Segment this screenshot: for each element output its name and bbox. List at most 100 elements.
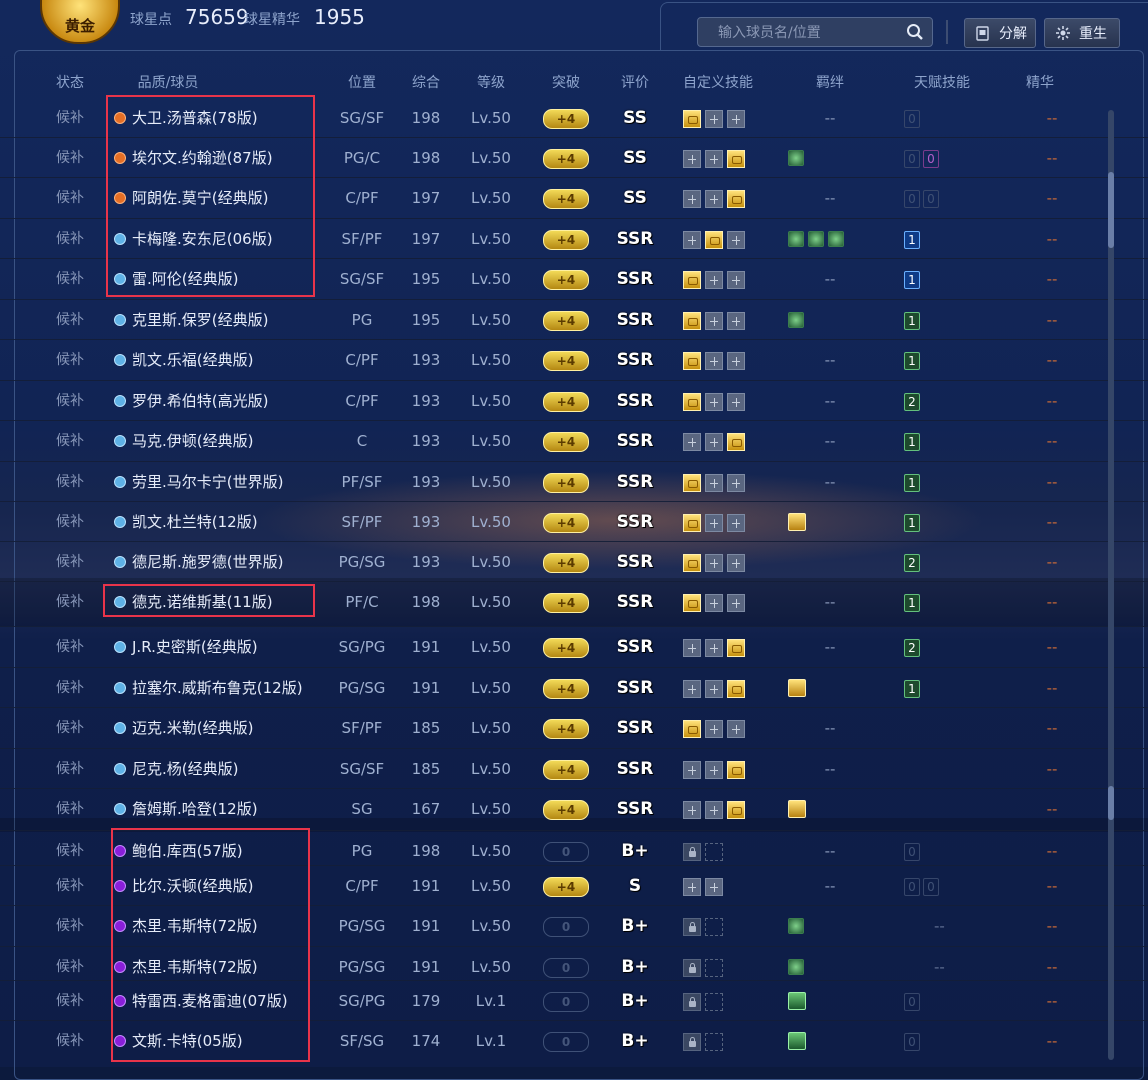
bond-icon[interactable] bbox=[788, 312, 804, 328]
lock-icon[interactable] bbox=[683, 1032, 701, 1051]
add-skill-icon[interactable] bbox=[683, 679, 701, 698]
add-skill-icon[interactable] bbox=[705, 109, 723, 128]
talent-badge[interactable]: 1 bbox=[904, 351, 920, 370]
skill-slot-icon[interactable] bbox=[683, 473, 701, 492]
empty-slot-icon[interactable] bbox=[705, 842, 723, 861]
col-status[interactable]: 状态 bbox=[44, 72, 96, 92]
skill-slot-icon[interactable] bbox=[683, 351, 701, 370]
talent-badge[interactable]: 1 bbox=[904, 311, 920, 330]
add-skill-icon[interactable] bbox=[705, 719, 723, 738]
skill-slot-icon[interactable] bbox=[683, 513, 701, 532]
talent-badge[interactable]: 1 bbox=[904, 270, 920, 289]
talent-badge[interactable]: 1 bbox=[904, 230, 920, 249]
add-skill-icon[interactable] bbox=[727, 392, 745, 411]
player-row[interactable]: 候补 劳里.马尔卡宁(世界版) PF/SF 193 Lv.50 +4 SSR -- 1 -- bbox=[0, 462, 1110, 502]
empty-slot-icon[interactable] bbox=[705, 917, 723, 936]
player-row[interactable]: 候补 罗伊.希伯特(高光版) C/PF 193 Lv.50 +4 SSR -- 2 -- bbox=[0, 381, 1110, 421]
col-bonds[interactable]: 羁绊 bbox=[784, 72, 876, 92]
skill-slot-icon[interactable] bbox=[683, 109, 701, 128]
col-overall[interactable]: 综合 bbox=[402, 72, 450, 92]
skill-slot-icon[interactable] bbox=[727, 149, 745, 168]
talent-badge[interactable]: 0 bbox=[923, 189, 939, 208]
add-skill-icon[interactable] bbox=[705, 311, 723, 330]
add-skill-icon[interactable] bbox=[705, 638, 723, 657]
add-skill-icon[interactable] bbox=[705, 189, 723, 208]
lock-icon[interactable] bbox=[683, 917, 701, 936]
add-skill-icon[interactable] bbox=[683, 432, 701, 451]
skill-slot-icon[interactable] bbox=[727, 760, 745, 779]
add-skill-icon[interactable] bbox=[727, 719, 745, 738]
scrollbar-track[interactable] bbox=[1108, 110, 1114, 1060]
add-skill-icon[interactable] bbox=[727, 351, 745, 370]
player-name-cell[interactable]: 德尼斯.施罗德(世界版) bbox=[114, 542, 324, 582]
decompose-button[interactable]: 分解 bbox=[964, 18, 1036, 48]
player-name-cell[interactable]: 马克.伊顿(经典版) bbox=[114, 421, 324, 461]
add-skill-icon[interactable] bbox=[705, 679, 723, 698]
lock-icon[interactable] bbox=[683, 958, 701, 977]
bond-icon[interactable] bbox=[808, 231, 824, 247]
player-name-cell[interactable]: 凯文.杜兰特(12版) bbox=[114, 502, 324, 542]
bond-icon[interactable] bbox=[788, 513, 806, 531]
col-custom-skills[interactable]: 自定义技能 bbox=[672, 72, 764, 92]
skill-slot-icon[interactable] bbox=[683, 593, 701, 612]
add-skill-icon[interactable] bbox=[683, 189, 701, 208]
add-skill-icon[interactable] bbox=[683, 760, 701, 779]
talent-badge[interactable]: 2 bbox=[904, 392, 920, 411]
add-skill-icon[interactable] bbox=[683, 800, 701, 819]
talent-badge[interactable]: 1 bbox=[904, 593, 920, 612]
add-skill-icon[interactable] bbox=[705, 432, 723, 451]
talent-badge[interactable]: 1 bbox=[904, 473, 920, 492]
skill-slot-icon[interactable] bbox=[727, 638, 745, 657]
player-name-cell[interactable]: 迈克.米勒(经典版) bbox=[114, 708, 324, 748]
scrollbar-thumb-secondary[interactable] bbox=[1108, 786, 1114, 820]
col-talent-skills[interactable]: 天赋技能 bbox=[892, 72, 992, 92]
skill-slot-icon[interactable] bbox=[727, 800, 745, 819]
add-skill-icon[interactable] bbox=[705, 351, 723, 370]
add-skill-icon[interactable] bbox=[705, 760, 723, 779]
empty-slot-icon[interactable] bbox=[705, 1032, 723, 1051]
player-name-cell[interactable]: 拉塞尔.威斯布鲁克(12版) bbox=[114, 668, 324, 708]
add-skill-icon[interactable] bbox=[727, 593, 745, 612]
col-position[interactable]: 位置 bbox=[330, 72, 394, 92]
col-quality-player[interactable]: 品质/球员 bbox=[120, 72, 216, 92]
col-essence[interactable]: 精华 bbox=[1010, 72, 1070, 92]
player-name-cell[interactable]: J.R.史密斯(经典版) bbox=[114, 627, 324, 667]
talent-badge[interactable]: 0 bbox=[904, 1032, 920, 1051]
lock-icon[interactable] bbox=[683, 842, 701, 861]
add-skill-icon[interactable] bbox=[705, 270, 723, 289]
add-skill-icon[interactable] bbox=[705, 392, 723, 411]
skill-slot-icon[interactable] bbox=[683, 311, 701, 330]
add-skill-icon[interactable] bbox=[727, 230, 745, 249]
bond-icon[interactable] bbox=[788, 918, 804, 934]
col-breakthrough[interactable]: 突破 bbox=[538, 72, 594, 92]
player-name-cell[interactable]: 尼克.杨(经典版) bbox=[114, 749, 324, 789]
add-skill-icon[interactable] bbox=[683, 638, 701, 657]
bond-icon[interactable] bbox=[788, 679, 806, 697]
skill-slot-icon[interactable] bbox=[683, 719, 701, 738]
player-name-cell[interactable]: 凯文.乐福(经典版) bbox=[114, 340, 324, 380]
scrollbar-thumb[interactable] bbox=[1108, 172, 1114, 248]
skill-slot-icon[interactable] bbox=[705, 230, 723, 249]
player-row[interactable]: 候补 尼克.杨(经典版) SG/SF 185 Lv.50 +4 SSR -- -- bbox=[0, 749, 1110, 789]
player-name-cell[interactable]: 罗伊.希伯特(高光版) bbox=[114, 381, 324, 421]
add-skill-icon[interactable] bbox=[683, 877, 701, 896]
skill-slot-icon[interactable] bbox=[683, 270, 701, 289]
player-row[interactable]: 候补 迈克.米勒(经典版) SF/PF 185 Lv.50 +4 SSR -- -- bbox=[0, 708, 1110, 748]
talent-badge[interactable]: 0 bbox=[904, 149, 920, 168]
col-rating[interactable]: 评价 bbox=[608, 72, 662, 92]
skill-slot-icon[interactable] bbox=[727, 679, 745, 698]
skill-slot-icon[interactable] bbox=[727, 189, 745, 208]
empty-slot-icon[interactable] bbox=[705, 992, 723, 1011]
add-skill-icon[interactable] bbox=[705, 877, 723, 896]
add-skill-icon[interactable] bbox=[705, 553, 723, 572]
add-skill-icon[interactable] bbox=[683, 230, 701, 249]
talent-badge[interactable]: 0 bbox=[904, 877, 920, 896]
player-row[interactable]: 候补 克里斯.保罗(经典版) PG 195 Lv.50 +4 SSR 1 -- bbox=[0, 300, 1110, 340]
add-skill-icon[interactable] bbox=[705, 800, 723, 819]
talent-badge[interactable]: 0 bbox=[923, 149, 939, 168]
bond-icon[interactable] bbox=[788, 150, 804, 166]
rebirth-button[interactable]: 重生 bbox=[1044, 18, 1120, 48]
add-skill-icon[interactable] bbox=[705, 593, 723, 612]
search-input[interactable] bbox=[698, 18, 920, 48]
talent-badge[interactable]: 0 bbox=[904, 189, 920, 208]
